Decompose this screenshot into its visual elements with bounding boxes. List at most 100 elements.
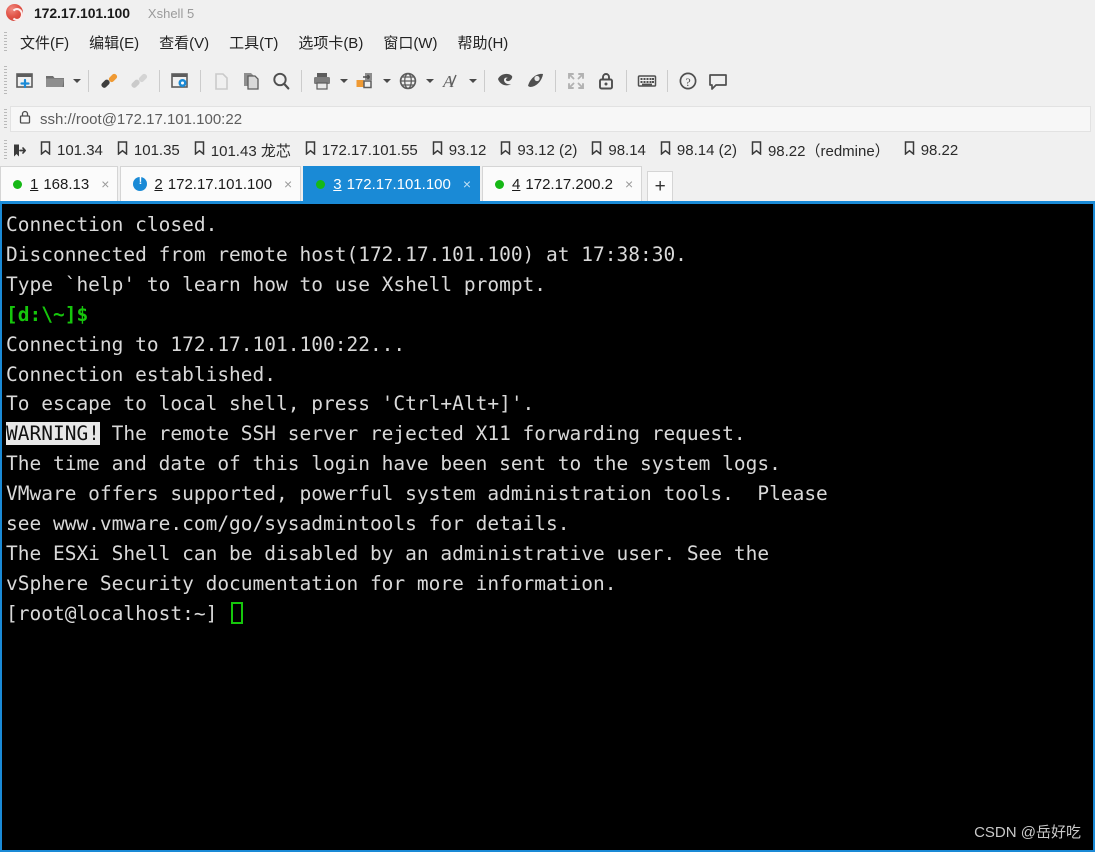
toolbar-grip[interactable]	[0, 58, 10, 104]
globe-encoding-icon[interactable]	[393, 66, 423, 96]
bookmark-item[interactable]: 93.12	[425, 137, 494, 163]
menu-file[interactable]: 文件(F)	[11, 29, 78, 56]
warning-badge: WARNING!	[6, 422, 100, 445]
bookmark-item[interactable]: 172.17.101.55	[298, 137, 425, 163]
font-icon[interactable]: A	[436, 66, 466, 96]
tab-title: 172.17.101.100	[168, 176, 272, 193]
new-session-icon[interactable]	[10, 66, 40, 96]
copy-icon[interactable]	[206, 66, 236, 96]
keyboard-icon[interactable]	[632, 66, 662, 96]
session-tab-4[interactable]: 4 172.17.200.2 ×	[482, 166, 642, 201]
status-dot-icon	[495, 180, 504, 189]
address-bar: ssh://root@172.17.101.100:22	[0, 104, 1095, 134]
menu-edit[interactable]: 编辑(E)	[80, 29, 148, 56]
menu-help[interactable]: 帮助(H)	[448, 29, 517, 56]
address-bar-grip[interactable]	[0, 104, 10, 134]
lock-icon[interactable]	[591, 66, 621, 96]
terminal-output[interactable]: Connection closed. Disconnected from rem…	[0, 204, 1095, 852]
svg-text:A: A	[442, 72, 454, 91]
window-title-app: Xshell 5	[148, 6, 194, 21]
bookmark-icon	[500, 141, 512, 160]
bookmark-bar: 101.34 101.35 101.43 龙芯 172.17.101.55 93…	[0, 134, 1095, 166]
bookmark-label: 93.12	[449, 142, 487, 159]
open-folder-dropdown-icon[interactable]	[70, 66, 83, 96]
svg-text:?: ?	[685, 75, 690, 89]
bookmark-label: 101.35	[134, 142, 180, 159]
find-icon[interactable]	[266, 66, 296, 96]
font-dropdown-icon[interactable]	[466, 66, 479, 96]
tab-close-icon[interactable]: ×	[625, 177, 633, 191]
bookmark-item[interactable]: 98.22（redmine）	[744, 137, 897, 163]
new-tab-button[interactable]: +	[647, 171, 673, 201]
terminal-line: Disconnected from remote host(172.17.101…	[6, 240, 1093, 270]
toolbar-separator	[200, 70, 201, 92]
watermark: CSDN @岳好吃	[974, 821, 1081, 842]
bookmark-icon	[904, 141, 916, 160]
menu-bar: 文件(F) 编辑(E) 查看(V) 工具(T) 选项卡(B) 窗口(W) 帮助(…	[0, 26, 1095, 58]
terminal-line: The time and date of this login have bee…	[6, 449, 1093, 479]
bookmark-item[interactable]: 101.43 龙芯	[187, 137, 298, 163]
transfer-file-icon[interactable]	[350, 66, 380, 96]
session-properties-icon[interactable]	[165, 66, 195, 96]
bookmark-item[interactable]: 93.12 (2)	[493, 137, 584, 163]
bookmark-label: 101.34	[57, 142, 103, 159]
window-title-host: 172.17.101.100	[34, 5, 130, 21]
menu-tabs[interactable]: 选项卡(B)	[289, 29, 372, 56]
tab-close-icon[interactable]: ×	[284, 177, 292, 191]
toolbar-separator	[88, 70, 89, 92]
toolbar-separator	[484, 70, 485, 92]
bookmark-item[interactable]: 101.35	[110, 137, 187, 163]
session-tab-3[interactable]: 3 172.17.101.100 ×	[303, 166, 480, 201]
bookmark-icon	[40, 141, 52, 160]
connect-icon[interactable]	[94, 66, 124, 96]
session-tab-2[interactable]: 2 172.17.101.100 ×	[120, 166, 301, 201]
tab-title: 172.17.101.100	[347, 176, 451, 193]
disconnect-icon[interactable]	[124, 66, 154, 96]
feedback-icon[interactable]	[703, 66, 733, 96]
fullscreen-icon[interactable]	[561, 66, 591, 96]
title-bar: 172.17.101.100 Xshell 5	[0, 0, 1095, 26]
menu-view[interactable]: 查看(V)	[150, 29, 218, 56]
tab-number: 4	[512, 176, 520, 193]
paste-icon[interactable]	[236, 66, 266, 96]
terminal-line: Connecting to 172.17.101.100:22...	[6, 330, 1093, 360]
terminal-line: To escape to local shell, press 'Ctrl+Al…	[6, 389, 1093, 419]
menu-tools[interactable]: 工具(T)	[220, 29, 287, 56]
bookmark-bar-grip[interactable]	[0, 134, 10, 166]
compose-bar-icon[interactable]	[490, 66, 520, 96]
bookmark-item[interactable]: 98.14 (2)	[653, 137, 744, 163]
globe-dropdown-icon[interactable]	[423, 66, 436, 96]
bookmark-export-icon[interactable]	[10, 137, 33, 163]
terminal-line: vSphere Security documentation for more …	[6, 569, 1093, 599]
address-url-text[interactable]: ssh://root@172.17.101.100:22	[40, 111, 242, 128]
open-folder-icon[interactable]	[40, 66, 70, 96]
terminal-line: see www.vmware.com/go/sysadmintools for …	[6, 509, 1093, 539]
highlight-icon[interactable]	[520, 66, 550, 96]
terminal-prompt-remote: [root@localhost:~]	[6, 599, 1093, 629]
terminal-line: Connection established.	[6, 360, 1093, 390]
print-icon[interactable]	[307, 66, 337, 96]
bookmark-item[interactable]: 101.34	[33, 137, 110, 163]
xshell-logo-icon	[4, 3, 26, 23]
bookmark-item[interactable]: 98.14	[584, 137, 653, 163]
terminal-line: The ESXi Shell can be disabled by an adm…	[6, 539, 1093, 569]
transfer-dropdown-icon[interactable]	[380, 66, 393, 96]
help-icon[interactable]: ?	[673, 66, 703, 96]
tab-close-icon[interactable]: ×	[463, 177, 471, 191]
bookmark-label: 98.22	[921, 142, 959, 159]
menu-window[interactable]: 窗口(W)	[374, 29, 446, 56]
tab-close-icon[interactable]: ×	[101, 177, 109, 191]
terminal-prompt-local: [d:\~]$	[6, 300, 1093, 330]
status-dot-icon	[13, 180, 22, 189]
print-dropdown-icon[interactable]	[337, 66, 350, 96]
bookmark-item[interactable]: 98.22	[897, 137, 966, 163]
session-tab-1[interactable]: 1 168.13 ×	[0, 166, 118, 201]
toolbar-separator	[159, 70, 160, 92]
menu-bar-grip[interactable]	[0, 26, 10, 58]
address-input[interactable]: ssh://root@172.17.101.100:22	[10, 106, 1091, 132]
bookmark-icon	[305, 141, 317, 160]
bookmark-icon	[194, 141, 206, 160]
prompt-text: [root@localhost:~]	[6, 602, 229, 625]
terminal-line: Connection closed.	[6, 210, 1093, 240]
terminal-line: Type `help' to learn how to use Xshell p…	[6, 270, 1093, 300]
